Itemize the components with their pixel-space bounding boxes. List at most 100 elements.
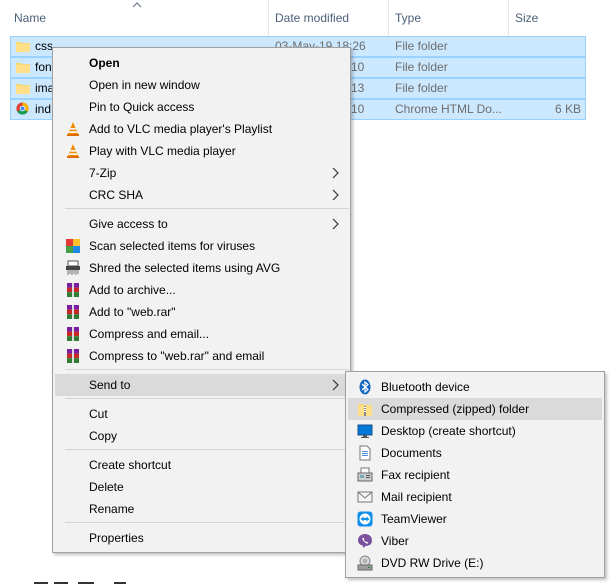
menu-item-label: Open in new window [89,78,200,92]
fax-icon [357,467,373,482]
menu-separator [65,398,349,399]
menu-separator [65,208,349,209]
menu-item-create-shortcut[interactable]: Create shortcut [55,454,348,476]
mail-icon [357,491,373,503]
chevron-right-icon [332,189,339,201]
menu-item-send-to[interactable]: Send to [55,374,348,396]
menu-item-rename[interactable]: Rename [55,498,348,520]
menu-item-label: Compress to "web.rar" and email [89,349,265,363]
submenu-item-label: Viber [381,534,409,548]
column-header-type[interactable]: Type [389,0,509,36]
menu-item-avg-shred[interactable]: Shred the selected items using AVG [55,257,348,279]
send-to-submenu: Bluetooth device Compressed (zipped) fol… [345,371,605,578]
vlc-icon [67,144,79,158]
menu-item-label: Scan selected items for viruses [89,239,256,253]
menu-item-label: Properties [89,531,144,545]
viber-icon [358,534,372,548]
winrar-icon [67,283,79,297]
vlc-icon [67,122,79,136]
chrome-icon [16,102,29,115]
avg-icon [66,239,80,253]
menu-item-pin-quick-access[interactable]: Pin to Quick access [55,96,348,118]
menu-item-label: Copy [89,429,118,443]
folder-icon [16,63,30,73]
menu-separator [65,522,349,523]
column-header-size[interactable]: Size [509,0,587,36]
menu-item-label: Add to archive... [89,283,176,297]
menu-item-vlc-play[interactable]: Play with VLC media player [55,140,348,162]
send-to-fax[interactable]: Fax recipient [348,464,602,486]
winrar-icon [67,305,79,319]
menu-item-label: Add to "web.rar" [89,305,176,319]
menu-item-label: Open [89,56,120,70]
folder-icon [16,84,30,94]
file-type: File folder [395,60,448,74]
menu-item-give-access[interactable]: Give access to [55,213,348,235]
send-to-dvd-drive[interactable]: DVD RW Drive (E:) [348,552,602,574]
send-to-viber[interactable]: Viber [348,530,602,552]
bluetooth-icon [359,379,371,395]
menu-item-avg-scan[interactable]: Scan selected items for viruses [55,235,348,257]
menu-item-compress-email[interactable]: Compress and email... [55,323,348,345]
menu-item-delete[interactable]: Delete [55,476,348,498]
menu-item-add-web-rar[interactable]: Add to "web.rar" [55,301,348,323]
teamviewer-icon [357,511,373,527]
shredder-icon [66,260,80,275]
menu-item-properties[interactable]: Properties [55,527,348,549]
send-to-bluetooth[interactable]: Bluetooth device [348,376,602,398]
chevron-right-icon [332,379,339,391]
file-date: 13 [351,81,365,95]
menu-item-label: Pin to Quick access [89,100,195,114]
menu-item-add-archive[interactable]: Add to archive... [55,279,348,301]
chevron-right-icon [332,167,339,179]
send-to-documents[interactable]: Documents [348,442,602,464]
file-type: Chrome HTML Do... [395,102,502,116]
documents-icon [359,445,371,461]
file-type: File folder [395,39,448,53]
menu-item-label: Give access to [89,217,168,231]
menu-item-label: 7-Zip [89,166,117,180]
menu-item-7zip[interactable]: 7-Zip [55,162,348,184]
submenu-item-label: Bluetooth device [381,380,470,394]
menu-item-open[interactable]: Open [55,52,348,74]
winrar-icon [67,349,79,363]
menu-item-label: CRC SHA [89,188,144,202]
menu-item-compress-web-rar-email[interactable]: Compress to "web.rar" and email [55,345,348,367]
menu-item-open-new-window[interactable]: Open in new window [55,74,348,96]
send-to-teamviewer[interactable]: TeamViewer [348,508,602,530]
file-type: File folder [395,81,448,95]
send-to-zip-folder[interactable]: Compressed (zipped) folder [348,398,602,420]
menu-separator [65,369,349,370]
menu-item-label: Shred the selected items using AVG [89,261,281,275]
send-to-desktop[interactable]: Desktop (create shortcut) [348,420,602,442]
cropped-text-fragment [34,582,126,584]
zip-folder-icon [358,404,372,416]
column-header-name[interactable]: Name [8,0,269,36]
winrar-icon [67,327,79,341]
menu-item-label: Compress and email... [89,327,210,341]
menu-item-vlc-playlist[interactable]: Add to VLC media player's Playlist [55,118,348,140]
menu-item-crc-sha[interactable]: CRC SHA [55,184,348,206]
submenu-item-label: Mail recipient [381,490,452,504]
context-menu: Open Open in new window Pin to Quick acc… [52,47,351,553]
column-header-date-modified[interactable]: Date modified [269,0,389,36]
submenu-item-label: TeamViewer [381,512,447,526]
menu-item-copy[interactable]: Copy [55,425,348,447]
menu-item-label: Delete [89,480,124,494]
menu-item-cut[interactable]: Cut [55,403,348,425]
dvd-drive-icon [357,555,373,571]
menu-item-label: Cut [89,407,108,421]
menu-item-label: Play with VLC media player [89,144,236,158]
submenu-item-label: Compressed (zipped) folder [381,402,530,416]
desktop-icon [357,424,373,438]
submenu-item-label: Desktop (create shortcut) [381,424,516,438]
submenu-item-label: DVD RW Drive (E:) [381,556,484,570]
file-date: 10 [351,60,365,74]
menu-item-label: Rename [89,502,135,516]
send-to-mail[interactable]: Mail recipient [348,486,602,508]
submenu-item-label: Fax recipient [381,468,450,482]
menu-item-label: Add to VLC media player's Playlist [89,122,273,136]
chevron-right-icon [332,218,339,230]
submenu-item-label: Documents [381,446,442,460]
file-size: 6 KB [554,102,581,116]
